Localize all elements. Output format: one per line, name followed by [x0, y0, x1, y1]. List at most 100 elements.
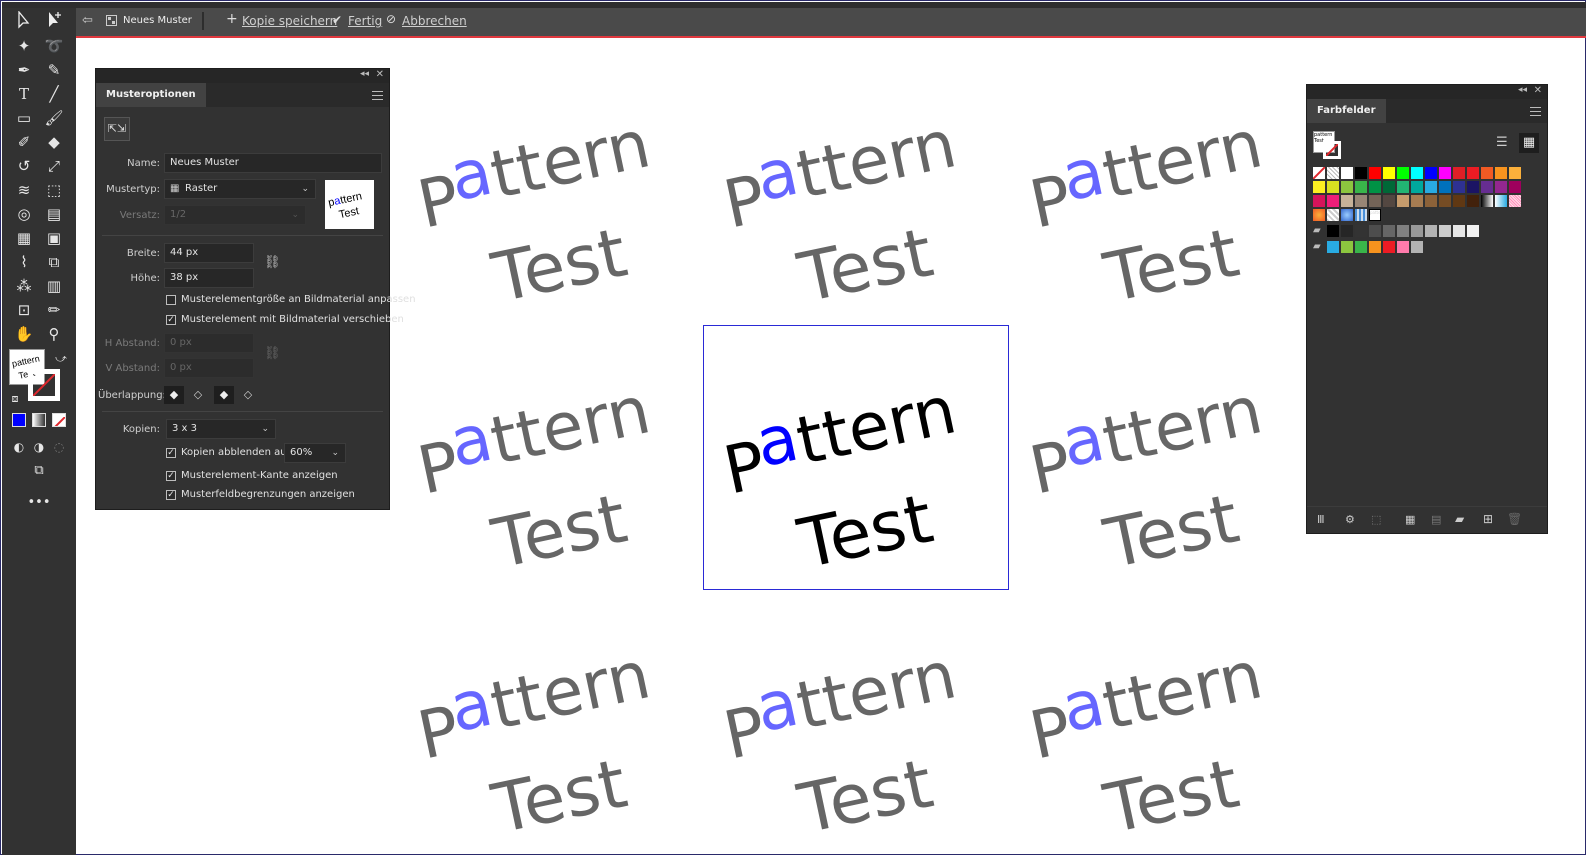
- delete-icon[interactable]: 🗑: [1507, 512, 1522, 526]
- copies-select[interactable]: 3 x 3 ⌄: [166, 419, 276, 439]
- swatch-special[interactable]: [1341, 209, 1353, 221]
- swatch[interactable]: [1495, 167, 1507, 179]
- swatch[interactable]: [1397, 181, 1409, 193]
- name-field[interactable]: Neues Muster: [164, 153, 382, 173]
- direct-selection-tool-icon[interactable]: [41, 11, 67, 33]
- swap-colors-icon[interactable]: ⤻: [48, 348, 74, 370]
- swatch[interactable]: [1341, 181, 1353, 193]
- symbol-sprayer-icon[interactable]: ⁂: [11, 275, 37, 297]
- panel-menu-icon[interactable]: [1530, 107, 1541, 116]
- rectangle-tool-icon[interactable]: ▭: [11, 107, 37, 129]
- swatch-pattern-test[interactable]: pattern: [1369, 209, 1381, 221]
- swatch[interactable]: [1495, 181, 1507, 193]
- swatch-library-icon[interactable]: Ⅲ: [1317, 513, 1325, 526]
- shape-builder-icon[interactable]: ◎: [11, 203, 37, 225]
- gradient-mode-icon[interactable]: [32, 413, 46, 427]
- swatch[interactable]: [1327, 195, 1339, 207]
- swatch[interactable]: [1425, 181, 1437, 193]
- tab-farbfelder[interactable]: Farbfelder: [1307, 99, 1386, 123]
- swatch[interactable]: [1313, 195, 1325, 207]
- grid-view-icon[interactable]: ▦: [1519, 133, 1539, 153]
- v-spacing-field[interactable]: 0 px: [164, 358, 254, 378]
- rotate-tool-icon[interactable]: ↺: [11, 155, 37, 177]
- shaper-tool-icon[interactable]: ✐: [11, 131, 37, 153]
- swatch-group-folder-icon[interactable]: ▰: [1313, 241, 1325, 253]
- swatch[interactable]: [1355, 225, 1367, 237]
- swatch-bounds-checkbox[interactable]: ✓: [166, 490, 176, 500]
- swatch[interactable]: [1341, 225, 1353, 237]
- new-swatch-icon[interactable]: ⊞: [1483, 512, 1493, 526]
- eraser-icon[interactable]: ◆: [41, 131, 67, 153]
- cancel-button[interactable]: Abbrechen: [402, 14, 467, 28]
- swatch[interactable]: [1411, 225, 1423, 237]
- swatch-special[interactable]: [1327, 167, 1339, 179]
- swatch[interactable]: [1397, 195, 1409, 207]
- swatch[interactable]: [1411, 195, 1423, 207]
- free-transform-icon[interactable]: ⬚: [41, 179, 67, 201]
- swatch[interactable]: [1313, 181, 1325, 193]
- save-copy-button[interactable]: Kopie speichern: [242, 14, 337, 28]
- swatch[interactable]: [1481, 181, 1493, 193]
- swatch[interactable]: [1327, 181, 1339, 193]
- back-arrow-icon[interactable]: ⇦: [82, 13, 98, 29]
- move-tile-checkbox[interactable]: ✓: [166, 315, 176, 325]
- mesh-tool-icon[interactable]: ▦: [11, 227, 37, 249]
- swatch[interactable]: [1509, 167, 1521, 179]
- pattern-tile-boundary[interactable]: [703, 325, 1009, 590]
- close-icon[interactable]: ✕: [1534, 85, 1542, 96]
- swatch[interactable]: [1397, 225, 1409, 237]
- done-button[interactable]: Fertig: [348, 14, 382, 28]
- swatch[interactable]: [1467, 167, 1479, 179]
- swatch[interactable]: [1355, 167, 1367, 179]
- swatch[interactable]: [1341, 241, 1353, 253]
- swatch[interactable]: [1425, 195, 1437, 207]
- lasso-icon[interactable]: ➰: [41, 35, 67, 57]
- type-select[interactable]: ▦ Raster ⌄: [164, 179, 316, 199]
- swatch[interactable]: [1411, 167, 1423, 179]
- perspective-grid-icon[interactable]: ▤: [41, 203, 67, 225]
- overlap-bottom-front-icon[interactable]: ◇: [238, 386, 258, 404]
- resize-tile-checkbox[interactable]: [166, 295, 176, 305]
- stroke-swatch[interactable]: [28, 369, 60, 401]
- line-tool-icon[interactable]: ╱: [41, 83, 67, 105]
- screen-mode-icon[interactable]: ⧉: [26, 460, 52, 482]
- dim-copies-field[interactable]: 60% ⌄: [284, 443, 346, 463]
- dim-copies-checkbox[interactable]: ✓: [166, 448, 176, 458]
- offset-select[interactable]: 1/2 ⌄: [164, 205, 306, 225]
- swatch[interactable]: [1369, 181, 1381, 193]
- swatch[interactable]: [1369, 225, 1381, 237]
- type-tool-icon[interactable]: T: [11, 83, 37, 105]
- swatch[interactable]: [1425, 167, 1437, 179]
- pen-tool-icon[interactable]: ✒: [11, 59, 37, 81]
- swatch[interactable]: [1383, 181, 1395, 193]
- swatch[interactable]: [1467, 225, 1479, 237]
- swatch-special[interactable]: [1355, 209, 1367, 221]
- height-field[interactable]: 38 px: [164, 268, 254, 288]
- swatch-special[interactable]: [1481, 195, 1493, 207]
- tab-musteroptionen[interactable]: Musteroptionen: [96, 83, 206, 107]
- warp-tool-icon[interactable]: ≋: [11, 179, 37, 201]
- swatch[interactable]: [1327, 241, 1339, 253]
- swatch[interactable]: [1467, 195, 1479, 207]
- swatch-group-folder-icon[interactable]: ▰: [1313, 225, 1325, 237]
- overlap-top-front-icon[interactable]: ◆: [214, 386, 234, 404]
- swatch[interactable]: [1369, 167, 1381, 179]
- overlap-left-front-icon[interactable]: ◆: [164, 386, 184, 404]
- swatch[interactable]: [1453, 225, 1465, 237]
- magic-wand-icon[interactable]: ✦: [11, 35, 37, 57]
- swatch-special[interactable]: [1495, 195, 1507, 207]
- swatch[interactable]: [1411, 241, 1423, 253]
- swatch[interactable]: [1341, 195, 1353, 207]
- h-spacing-field[interactable]: 0 px: [164, 333, 254, 353]
- scale-tool-icon[interactable]: ⤢: [41, 155, 67, 177]
- swatch[interactable]: [1355, 195, 1367, 207]
- collapse-icon[interactable]: ◂◂: [360, 69, 369, 79]
- swatch[interactable]: [1439, 195, 1451, 207]
- tile-editor-tool-icon[interactable]: ⇱⇲: [104, 117, 130, 141]
- swatch[interactable]: [1355, 241, 1367, 253]
- swatch[interactable]: [1369, 241, 1381, 253]
- swatch[interactable]: [1411, 181, 1423, 193]
- artboard-tool-icon[interactable]: ⊡: [11, 299, 37, 321]
- color-mode-icon[interactable]: [12, 413, 26, 427]
- swatch[interactable]: [1383, 167, 1395, 179]
